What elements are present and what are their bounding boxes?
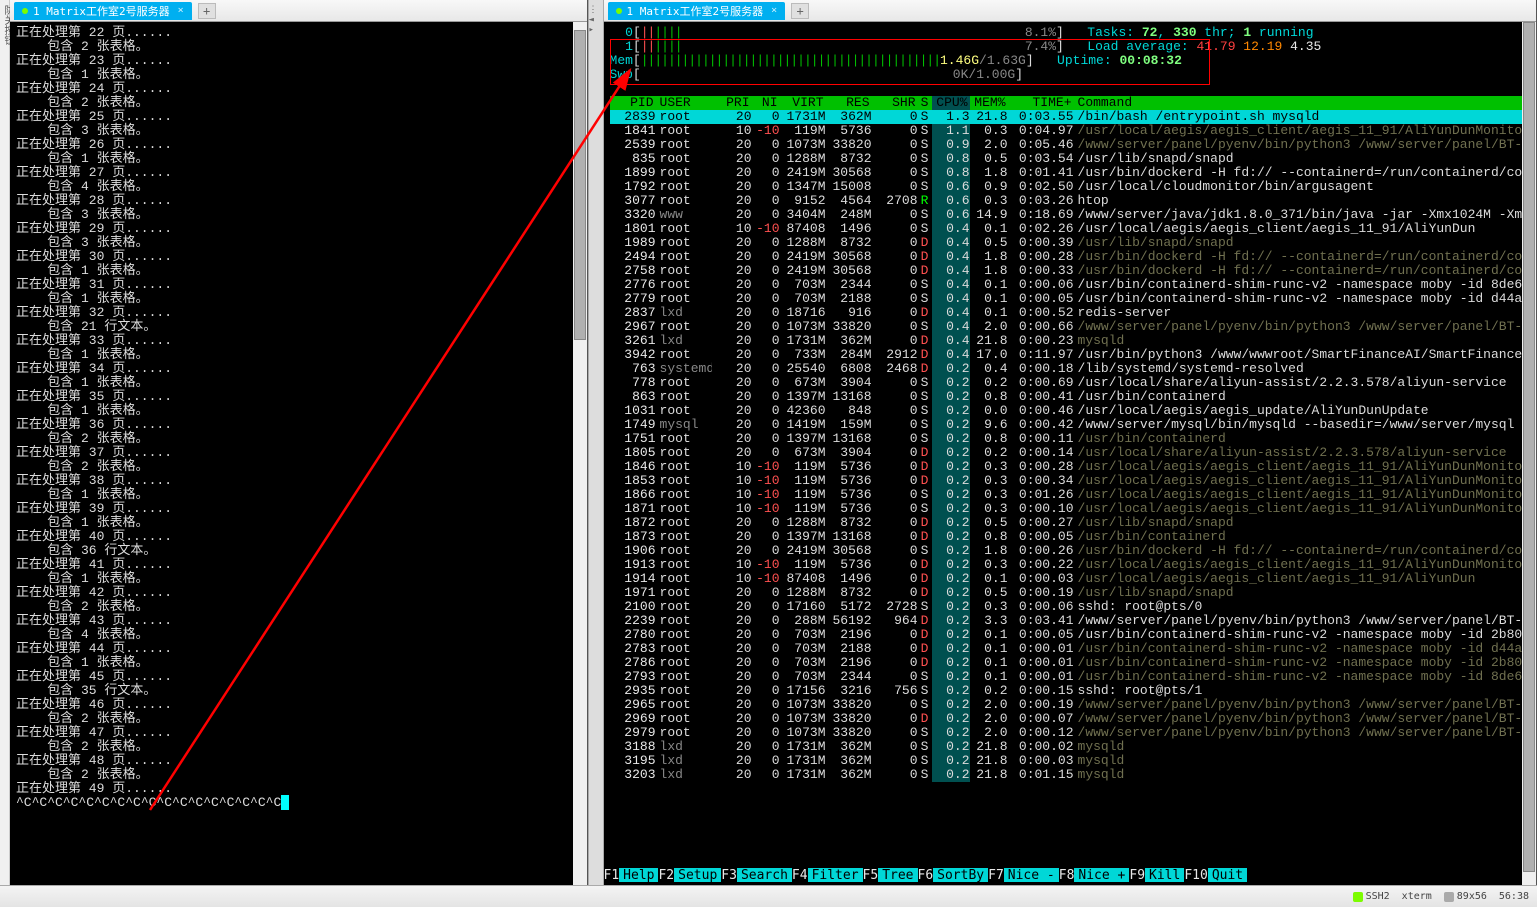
left-scrollbar[interactable]: [573, 22, 587, 907]
left-sidebar-strip: 防关按钮。: [0, 0, 10, 907]
scrollbar-thumb[interactable]: [1523, 22, 1535, 872]
status-ssh: SSH2: [1366, 891, 1390, 902]
connection-icon: [1353, 892, 1363, 902]
left-tabbar: 1 Matrix工作室2号服务器 × +: [10, 0, 587, 22]
pane-splitter[interactable]: ⋮ ◄ ▸: [588, 0, 604, 907]
main-area: 1 Matrix工作室2号服务器 × + 正在处理第 22 页...... 包含…: [10, 0, 1537, 907]
tab-label: 1 Matrix工作室2号服务器: [627, 3, 764, 19]
right-scrollbar[interactable]: [1522, 22, 1536, 907]
right-tab[interactable]: 1 Matrix工作室2号服务器 ×: [608, 2, 786, 20]
tab-label: 1 Matrix工作室2号服务器: [33, 3, 170, 19]
status-enc: 56:38: [1499, 891, 1529, 902]
close-icon[interactable]: ×: [178, 5, 184, 16]
status-dot-icon: [22, 8, 28, 14]
right-pane: 1 Matrix工作室2号服务器 × + 0[|||||| 8.1%] Task…: [604, 0, 1537, 907]
status-bar: SSH2 xterm 89x56 56:38: [0, 885, 1537, 907]
scrollbar-thumb[interactable]: [574, 30, 586, 340]
close-icon[interactable]: ×: [771, 5, 777, 16]
right-tabbar: 1 Matrix工作室2号服务器 × +: [604, 0, 1536, 22]
status-size: 89x56: [1457, 891, 1487, 902]
new-tab-button[interactable]: +: [198, 3, 216, 19]
new-tab-button[interactable]: +: [791, 3, 809, 19]
right-terminal-htop[interactable]: 0[|||||| 8.1%] Tasks: 72, 330 thr; 1 run…: [604, 22, 1536, 907]
grid-icon: [1444, 892, 1454, 902]
status-term: xterm: [1402, 891, 1432, 902]
left-pane: 1 Matrix工作室2号服务器 × + 正在处理第 22 页...... 包含…: [10, 0, 588, 907]
htop-function-keys[interactable]: F1HelpF2SetupF3SearchF4FilterF5TreeF6Sor…: [604, 868, 1536, 882]
left-tab[interactable]: 1 Matrix工作室2号服务器 ×: [14, 2, 192, 20]
left-terminal[interactable]: 正在处理第 22 页...... 包含 2 张表格。正在处理第 23 页....…: [10, 22, 587, 907]
status-dot-icon: [616, 8, 622, 14]
